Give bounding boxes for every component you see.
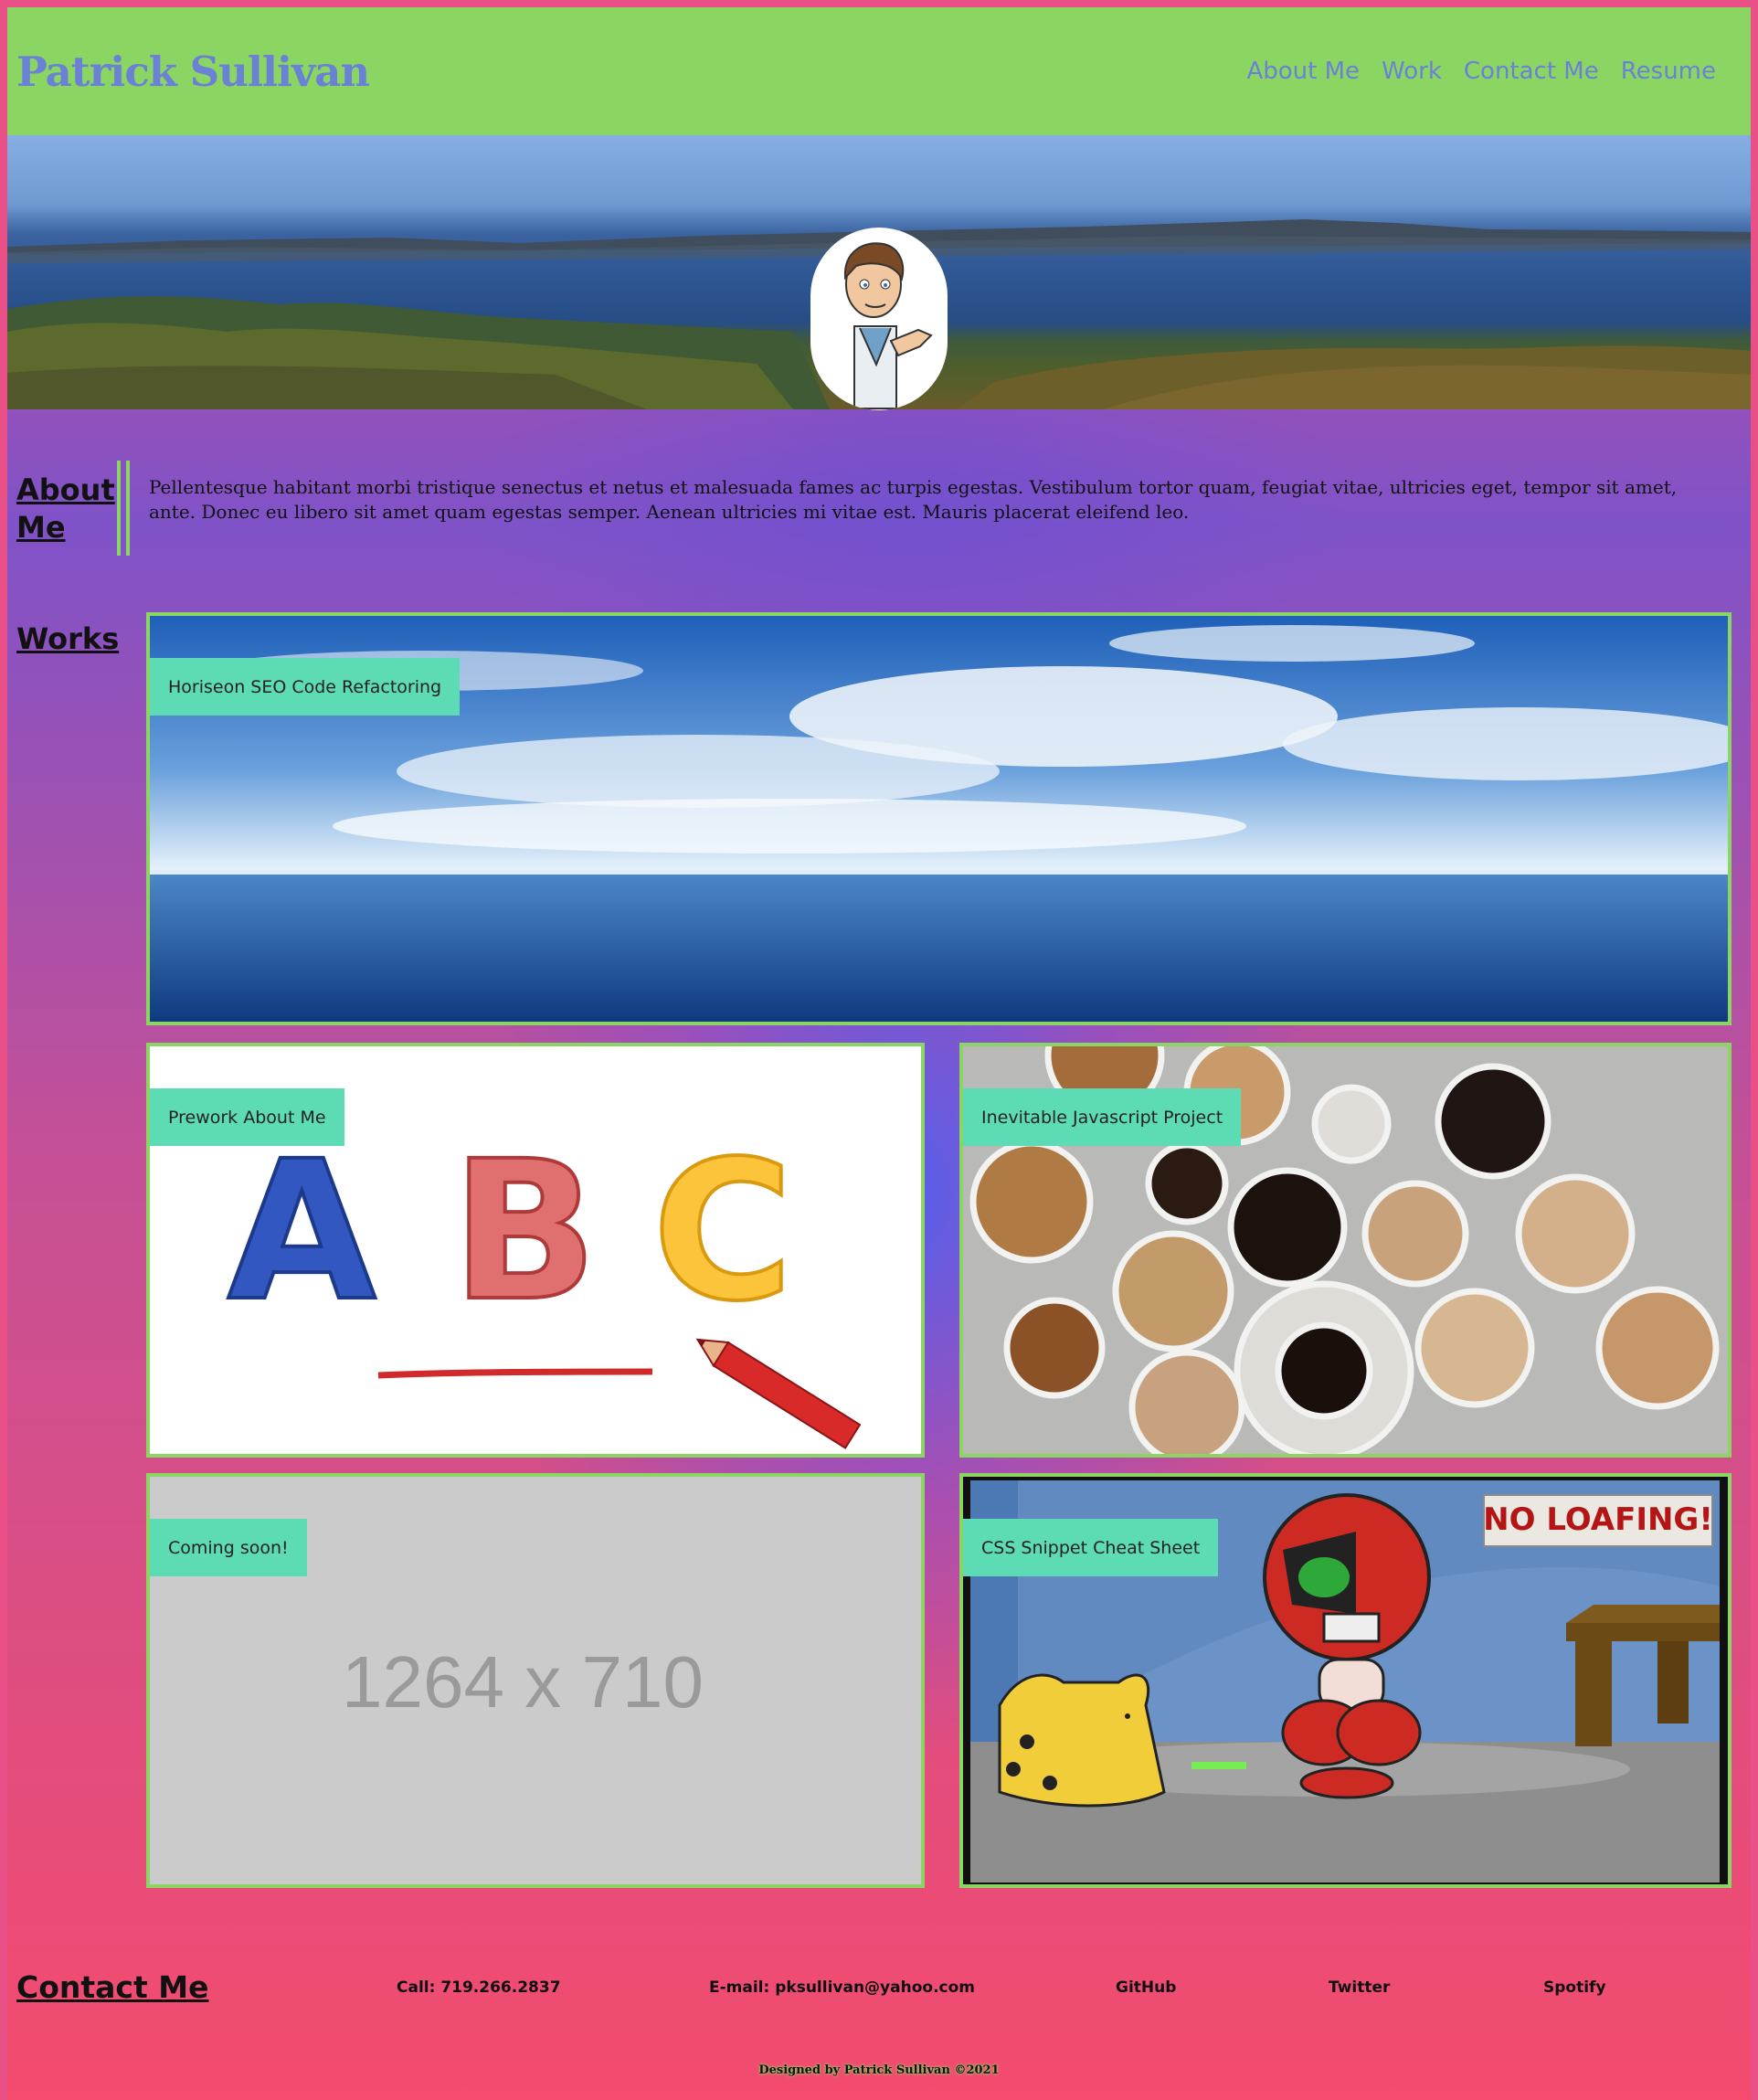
contact-me-heading: Contact Me — [16, 1969, 209, 2005]
project-card-label: Inevitable Javascript Project — [963, 1088, 1242, 1146]
project-card-label: Horiseon SEO Code Refactoring — [150, 658, 461, 716]
contact-email[interactable]: E-mail: pksullivan@yahoo.com — [709, 1978, 975, 1997]
about-me-text: Pellentesque habitant morbi tristique se… — [149, 476, 1678, 523]
abc-letter-b: B — [451, 1119, 598, 1343]
contact-spotify-link[interactable]: Spotify — [1543, 1978, 1606, 1997]
no-loafing-sign-text: NO LOAFING! — [1483, 1501, 1713, 1538]
site-header: Patrick Sullivan About Me Work Contact M… — [7, 7, 1751, 135]
project-card-label: Coming soon! — [150, 1519, 307, 1576]
avatar — [810, 228, 948, 410]
nav-link-work[interactable]: Work — [1382, 58, 1442, 85]
project-card-label: CSS Snippet Cheat Sheet — [963, 1519, 1219, 1576]
main-nav: About Me Work Contact Me Resume — [1246, 58, 1716, 85]
project-card-label: Prework About Me — [150, 1088, 344, 1146]
nav-link-about-me[interactable]: About Me — [1246, 58, 1360, 85]
placeholder-dimensions-text: 1264 x 710 — [342, 1641, 704, 1723]
project-card-css-cheat-sheet[interactable]: NO LOAFING! CSS Snippet Cheat Sheet — [959, 1473, 1732, 1888]
works-heading: Works — [16, 621, 120, 656]
footer-credit: Designed by Patrick Sullivan ©2021 — [758, 2063, 1000, 2077]
site-title: Patrick Sullivan — [16, 47, 370, 96]
about-me-heading: About Me — [16, 472, 115, 545]
abc-letter-a: A — [228, 1119, 376, 1343]
abc-letter-c: C — [652, 1119, 793, 1343]
project-card-horiseon[interactable]: Horiseon SEO Code Refactoring — [146, 612, 1732, 1025]
contact-github-link[interactable]: GitHub — [1116, 1978, 1176, 1997]
contact-phone[interactable]: Call: 719.266.2837 — [397, 1978, 561, 1997]
nav-link-resume[interactable]: Resume — [1621, 58, 1716, 85]
contact-twitter-link[interactable]: Twitter — [1329, 1978, 1390, 1997]
project-card-coming-soon[interactable]: 1264 x 710 Coming soon! — [146, 1473, 925, 1888]
project-card-javascript[interactable]: Inevitable Javascript Project — [959, 1043, 1732, 1458]
project-card-prework[interactable]: A B C Prework About Me — [146, 1043, 925, 1458]
nav-link-contact-me[interactable]: Contact Me — [1464, 58, 1599, 85]
cartoon-portrait — [843, 242, 933, 409]
about-divider — [117, 461, 130, 556]
